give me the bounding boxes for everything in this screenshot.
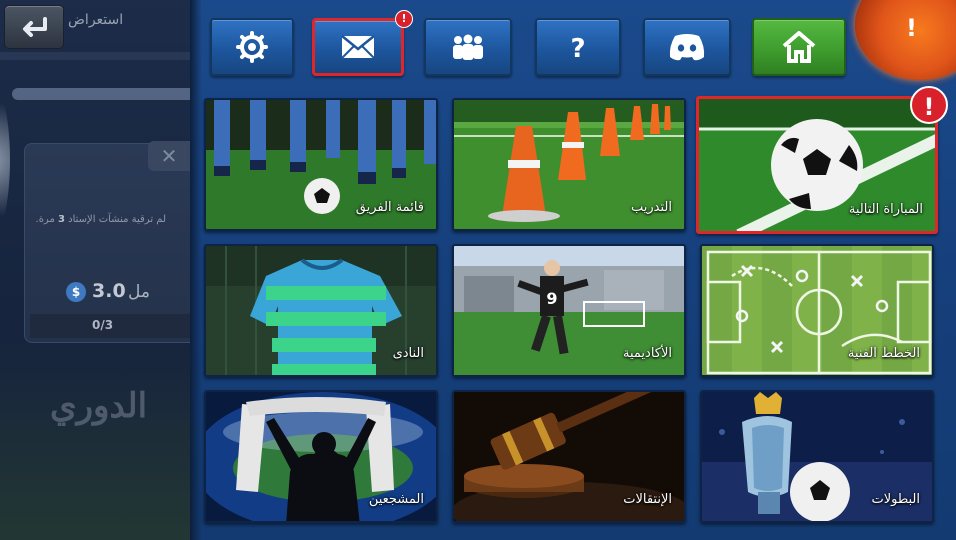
tile-tournaments[interactable]: البطولات	[700, 390, 934, 523]
tile-fans[interactable]: المشجعين	[204, 390, 438, 523]
tile-tactics[interactable]: الخطط الفنية	[700, 244, 934, 377]
gear-icon	[236, 31, 268, 63]
tile-label: قائمة الفريق	[355, 200, 424, 215]
svg-text:9: 9	[546, 289, 557, 308]
tile-label: الخطط الفنية	[847, 346, 920, 361]
league-title: الدوري	[50, 386, 148, 426]
upgrade-description: لم ترقية منشآت الإستاد 3 مرة.	[24, 214, 190, 225]
tile-transfers[interactable]: الإنتقالات	[452, 390, 686, 523]
tile-label: المشجعين	[368, 492, 424, 507]
people-icon	[453, 34, 483, 60]
svg-text:?: ?	[570, 34, 585, 62]
settings-button[interactable]	[210, 18, 294, 76]
tile-label: المباراة التالية	[848, 202, 923, 217]
discord-button[interactable]	[643, 18, 731, 76]
next-match-alert-badge: !	[910, 86, 948, 124]
reward-value: 3.0	[92, 280, 126, 302]
tile-club[interactable]: النادى	[204, 244, 438, 377]
stadium-light-glow	[0, 80, 10, 240]
home-button[interactable]	[752, 18, 846, 76]
tile-next-match[interactable]: المباراة التالية	[696, 96, 938, 234]
home-icon	[782, 31, 816, 63]
left-divider	[0, 52, 190, 60]
dollar-icon: $	[66, 282, 86, 302]
close-icon: ✕	[160, 144, 178, 168]
tile-label: البطولات	[871, 492, 920, 507]
discord-icon	[669, 34, 705, 61]
tile-label: الأكاديمية	[623, 346, 672, 361]
back-label: استعراض	[68, 12, 124, 28]
help-button[interactable]: ?	[535, 18, 621, 76]
tile-label: التدريب	[631, 200, 672, 215]
left-panel-header-bar	[12, 88, 190, 100]
stadium-upgrade-card	[24, 143, 192, 343]
upgrade-text-post: مرة.	[35, 214, 55, 225]
back-button[interactable]	[4, 5, 64, 49]
envelope-icon	[341, 35, 375, 59]
messages-alert-badge: !	[395, 10, 413, 28]
community-button[interactable]	[424, 18, 512, 76]
reward-unit: مل	[128, 282, 150, 302]
back-arrow-icon	[23, 17, 47, 37]
messages-button[interactable]	[312, 18, 404, 76]
tile-squad[interactable]: قائمة الفريق	[204, 98, 438, 231]
orb-alert-icon: !	[906, 14, 917, 42]
upgrade-count: 3	[58, 214, 65, 225]
tile-training[interactable]: التدريب	[452, 98, 686, 231]
tile-label: النادى	[392, 346, 424, 361]
tile-label: الإنتقالات	[623, 492, 672, 507]
upgrade-text-pre: لم ترقية منشآت الإستاد	[68, 214, 166, 225]
card-close-button[interactable]: ✕	[148, 141, 190, 171]
tile-academy[interactable]: 9 الأكاديمية	[452, 244, 686, 377]
question-icon: ?	[570, 34, 585, 62]
upgrade-progress-text: 0/3	[92, 318, 114, 332]
